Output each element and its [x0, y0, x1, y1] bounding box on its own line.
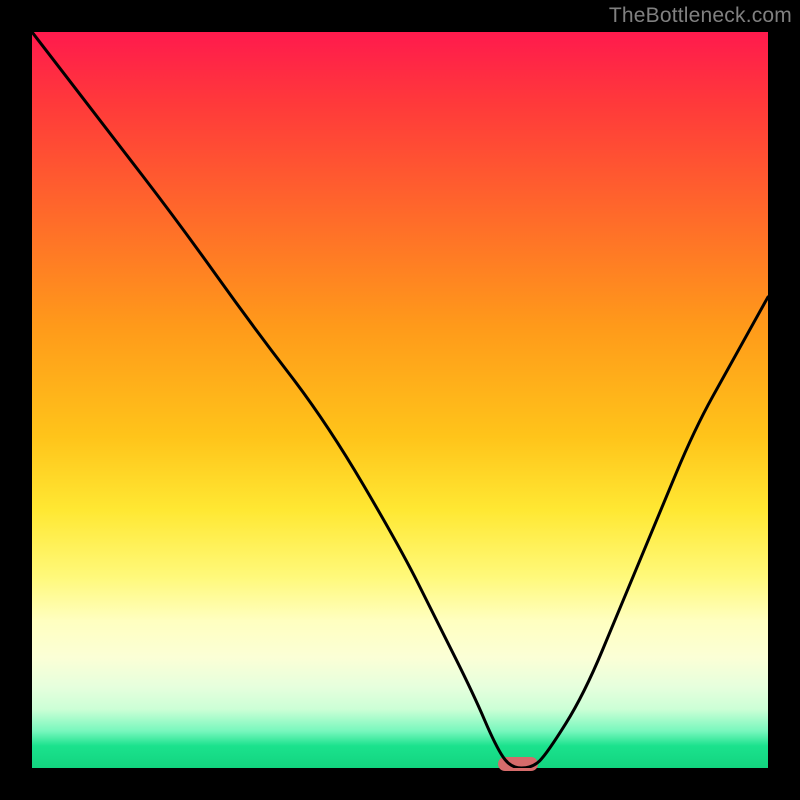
bottleneck-curve	[32, 32, 768, 768]
plot-area	[32, 32, 768, 768]
watermark-text: TheBottleneck.com	[609, 4, 792, 28]
curve-path	[32, 32, 768, 768]
